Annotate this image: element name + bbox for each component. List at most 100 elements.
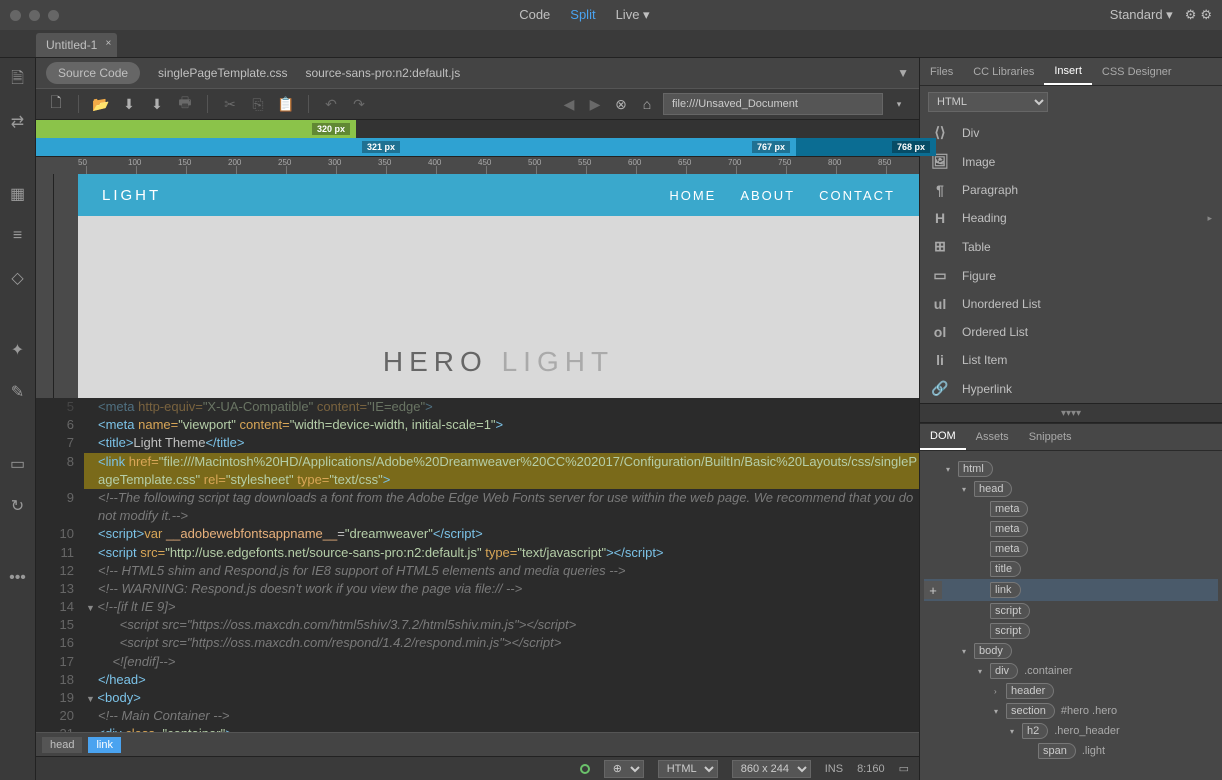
insert-unordered-list[interactable]: ulUnordered List xyxy=(920,290,1222,318)
paste-icon[interactable]: 📋 xyxy=(276,94,296,114)
breakpoint-max320[interactable]: 320 px xyxy=(36,120,356,138)
insert-div[interactable]: ⟨⟩Div xyxy=(920,118,1222,147)
status-language-select[interactable]: HTML xyxy=(658,760,718,778)
page-canvas[interactable]: LIGHT HOME ABOUT CONTACT HERO LIGHT xyxy=(78,174,919,398)
output-preview-icon[interactable]: ⊕ xyxy=(604,760,644,778)
sync-settings-icon[interactable]: ⚙ xyxy=(1185,7,1197,23)
panel-tab-cc-libraries[interactable]: CC Libraries xyxy=(963,58,1044,85)
preview-nav-contact[interactable]: CONTACT xyxy=(819,188,895,203)
panel-tab-insert[interactable]: Insert xyxy=(1044,58,1092,85)
dom-node-meta[interactable]: meta xyxy=(924,519,1218,539)
panel-tab-snippets[interactable]: Snippets xyxy=(1019,424,1082,450)
file-management-icon[interactable]: 🗎 xyxy=(6,68,30,92)
related-file-js[interactable]: source-sans-pro:n2:default.js xyxy=(305,66,460,80)
dom-add-icon[interactable]: + xyxy=(924,581,942,599)
file-tab[interactable]: Untitled-1 × xyxy=(36,33,117,57)
nav-forward-icon[interactable]: ▶ xyxy=(585,94,605,114)
dom-node-span[interactable]: span.light xyxy=(924,741,1218,761)
print-icon[interactable]: 🖶 xyxy=(175,94,195,114)
code-editor[interactable]: 5<meta http-equiv="X-UA-Compatible" cont… xyxy=(36,398,919,732)
view-split[interactable]: Split xyxy=(570,7,595,23)
breakpoint-321-767[interactable]: 321 px767 px xyxy=(36,138,796,156)
zoom-window[interactable] xyxy=(48,10,59,21)
dom-node-meta[interactable]: meta xyxy=(924,499,1218,519)
insert-paragraph[interactable]: ¶Paragraph xyxy=(920,176,1222,204)
media-query-bar[interactable]: 320 px 321 px767 px 768 px xyxy=(36,120,919,156)
insert-figure[interactable]: ▭Figure xyxy=(920,261,1222,290)
minimize-window[interactable] xyxy=(29,10,40,21)
show-errors-icon[interactable]: ▭ xyxy=(6,452,30,476)
expand-live-icon[interactable]: ◇ xyxy=(6,266,30,290)
nav-back-icon[interactable]: ◀ xyxy=(559,94,579,114)
new-doc-icon[interactable]: 🗋 xyxy=(46,94,66,114)
insert-category-select[interactable]: HTML xyxy=(928,92,1048,112)
live-view-options-icon[interactable]: ▦ xyxy=(6,182,30,206)
insert-image[interactable]: 🖼Image xyxy=(920,147,1222,176)
dom-tree[interactable]: ▾html▾headmetametametatitle+linkscriptsc… xyxy=(920,451,1222,780)
save-icon[interactable]: ⬇ xyxy=(119,94,139,114)
save-all-icon[interactable]: ⬇ xyxy=(147,94,167,114)
insert-icon: H xyxy=(930,210,950,226)
view-code[interactable]: Code xyxy=(519,7,550,23)
dom-node-script[interactable]: script xyxy=(924,621,1218,641)
status-overview-icon[interactable]: ▭ xyxy=(899,762,909,775)
dom-node-div[interactable]: ▾div.container xyxy=(924,661,1218,681)
status-dimensions-select[interactable]: 860 x 244 xyxy=(732,760,811,778)
dom-node-body[interactable]: ▾body xyxy=(924,641,1218,661)
panel-divider[interactable]: ▾▾▾▾ xyxy=(920,403,1222,423)
preferences-icon[interactable]: ⚙ xyxy=(1200,7,1212,23)
cut-icon[interactable]: ✂ xyxy=(220,94,240,114)
close-window[interactable] xyxy=(10,10,21,21)
redo-icon[interactable]: ↷ xyxy=(349,94,369,114)
source-code-button[interactable]: Source Code xyxy=(46,62,140,84)
panel-tab-assets[interactable]: Assets xyxy=(966,424,1019,450)
status-bar: ⊕ HTML 860 x 244 INS 8:160 ▭ xyxy=(36,756,919,780)
dom-node-title[interactable]: title xyxy=(924,559,1218,579)
code-navigator-icon[interactable]: ✦ xyxy=(6,338,30,362)
insert-list-item[interactable]: liList Item xyxy=(920,346,1222,374)
panel-tab-dom[interactable]: DOM xyxy=(920,424,966,450)
preview-nav-about[interactable]: ABOUT xyxy=(740,188,795,203)
workspace-switcher[interactable]: Standard ▾ xyxy=(1110,7,1173,23)
breakpoint-768[interactable]: 768 px xyxy=(796,138,936,156)
panel-tab-files[interactable]: Files xyxy=(920,58,963,85)
dom-node-link[interactable]: +link xyxy=(924,579,1218,601)
code-options-icon[interactable]: ✎ xyxy=(6,380,30,404)
customize-toolbar-icon[interactable]: ••• xyxy=(6,566,30,590)
refresh-icon[interactable]: ↻ xyxy=(6,494,30,518)
toggle-view-icon[interactable]: ⇄ xyxy=(6,110,30,134)
filter-related-icon[interactable]: ▼ xyxy=(897,66,909,80)
insert-list: ⟨⟩Div🖼Image¶ParagraphHHeading▸⊞Table▭Fig… xyxy=(920,118,1222,403)
no-errors-icon[interactable] xyxy=(580,764,590,774)
inspect-icon[interactable]: ≡ xyxy=(6,224,30,248)
dom-node-head[interactable]: ▾head xyxy=(924,479,1218,499)
insert-table[interactable]: ⊞Table xyxy=(920,232,1222,261)
close-tab-icon[interactable]: × xyxy=(106,38,112,49)
insert-hyperlink[interactable]: 🔗Hyperlink xyxy=(920,374,1222,403)
dom-node-html[interactable]: ▾html xyxy=(924,459,1218,479)
copy-icon[interactable]: ⎘ xyxy=(248,94,268,114)
view-live[interactable]: Live ▾ xyxy=(616,7,650,23)
home-icon[interactable]: ⌂ xyxy=(637,94,657,114)
address-dropdown-icon[interactable]: ▾ xyxy=(889,94,909,114)
dom-node-script[interactable]: script xyxy=(924,601,1218,621)
dom-node-h2[interactable]: ▾h2.hero_header xyxy=(924,721,1218,741)
insert-icon: ⊞ xyxy=(930,238,950,255)
address-bar[interactable] xyxy=(663,93,883,115)
open-icon[interactable]: 📂 xyxy=(91,94,111,114)
insert-heading[interactable]: HHeading▸ xyxy=(920,204,1222,232)
related-file-css[interactable]: singlePageTemplate.css xyxy=(158,66,287,80)
undo-icon[interactable]: ↶ xyxy=(321,94,341,114)
breadcrumb-head[interactable]: head xyxy=(42,737,82,753)
vertical-ruler xyxy=(36,174,54,398)
stop-icon[interactable]: ⊗ xyxy=(611,94,631,114)
status-insert-mode[interactable]: INS xyxy=(825,763,843,775)
panel-tab-css-designer[interactable]: CSS Designer xyxy=(1092,58,1182,85)
insert-ordered-list[interactable]: olOrdered List xyxy=(920,318,1222,346)
preview-nav-home[interactable]: HOME xyxy=(669,188,716,203)
dom-node-meta[interactable]: meta xyxy=(924,539,1218,559)
dom-node-section[interactable]: ▾section#hero .hero xyxy=(924,701,1218,721)
dom-node-header[interactable]: ›header xyxy=(924,681,1218,701)
panel-tabs-bottom: DOMAssetsSnippets xyxy=(920,423,1222,451)
breadcrumb-link[interactable]: link xyxy=(88,737,121,753)
